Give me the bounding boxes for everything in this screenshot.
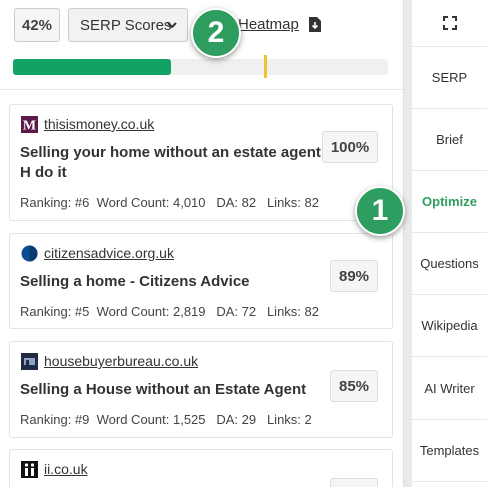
result-da: DA: 82 [216, 195, 257, 210]
serp-result-card[interactable]: citizensadvice.org.uk Selling a home - C… [9, 233, 393, 329]
serp-result-card[interactable]: M thisismoney.co.uk Selling your home wi… [9, 104, 393, 221]
result-domain-link[interactable]: housebuyerbureau.co.uk [44, 353, 198, 369]
result-ranking: Ranking: #9 [20, 412, 90, 427]
results-panel: 42% SERP Scores Heatmap M thisismoney.co… [0, 0, 403, 487]
result-score: 89% [330, 260, 378, 292]
result-meta: Ranking: #9 Word Count: 1,525 DA: 29 Lin… [20, 412, 312, 427]
ii-favicon [21, 461, 38, 478]
result-meta: Ranking: #6 Word Count: 4,010 DA: 82 Lin… [20, 195, 319, 210]
score-progress-fill [13, 59, 171, 75]
result-score: 84% [330, 478, 378, 487]
step-badge-2: 2 [191, 8, 241, 58]
result-links: Links: 82 [266, 304, 319, 319]
citizensadvice-favicon [21, 245, 38, 262]
result-title: Selling your home without an estate agen… [20, 144, 326, 181]
thisismoney-favicon: M [21, 116, 38, 133]
result-word-count: Word Count: 1,525 [96, 412, 206, 427]
housebuyerbureau-favicon [21, 353, 38, 370]
result-word-count: Word Count: 2,819 [96, 304, 206, 319]
result-meta: Ranking: #5 Word Count: 2,819 DA: 72 Lin… [20, 304, 319, 319]
svg-text:M: M [23, 119, 36, 134]
panel-divider[interactable] [403, 0, 412, 487]
sidebar-item-ai-writer[interactable]: AI Writer [412, 358, 487, 420]
download-file-icon[interactable] [308, 16, 322, 33]
result-domain-link[interactable]: ii.co.uk [44, 461, 88, 477]
sidebar-item-questions[interactable]: Questions [412, 233, 487, 295]
result-links: Links: 82 [266, 195, 319, 210]
result-title: Selling a House without an Estate Agent [20, 381, 307, 398]
result-score: 85% [330, 370, 378, 402]
serp-result-card[interactable]: ii.co.uk 84% [9, 449, 393, 487]
view-select[interactable]: SERP Scores [68, 8, 188, 42]
expand-button[interactable] [412, 0, 487, 47]
result-domain-link[interactable]: citizensadvice.org.uk [44, 245, 174, 261]
result-title: Selling a home - Citizens Advice [20, 273, 250, 290]
sidebar-item-templates[interactable]: Templates [412, 420, 487, 482]
expand-icon [442, 16, 457, 30]
result-da: DA: 29 [216, 412, 257, 427]
step-badge-1: 1 [355, 186, 405, 236]
result-word-count: Word Count: 4,010 [96, 195, 206, 210]
sidebar-item-wikipedia[interactable]: Wikipedia [412, 295, 487, 357]
view-select-value: SERP Scores [80, 16, 172, 34]
content-score: 42% [14, 8, 60, 42]
sidebar-item-optimize[interactable]: Optimize [412, 171, 487, 233]
sidebar-item-serp[interactable]: SERP [412, 47, 487, 109]
sidebar-item-brief[interactable]: Brief [412, 109, 487, 171]
result-score: 100% [322, 131, 378, 163]
result-domain-link[interactable]: thisismoney.co.uk [44, 116, 154, 132]
heatmap-link[interactable]: Heatmap [238, 16, 299, 33]
result-links: Links: 2 [266, 412, 312, 427]
target-score-marker [264, 55, 268, 78]
result-da: DA: 72 [216, 304, 257, 319]
chevron-down-icon [167, 22, 177, 29]
result-ranking: Ranking: #5 [20, 304, 90, 319]
tool-sidebar: SERP Brief Optimize Questions Wikipedia … [412, 0, 487, 487]
result-ranking: Ranking: #6 [20, 195, 90, 210]
serp-result-card[interactable]: housebuyerbureau.co.uk Selling a House w… [9, 341, 393, 438]
